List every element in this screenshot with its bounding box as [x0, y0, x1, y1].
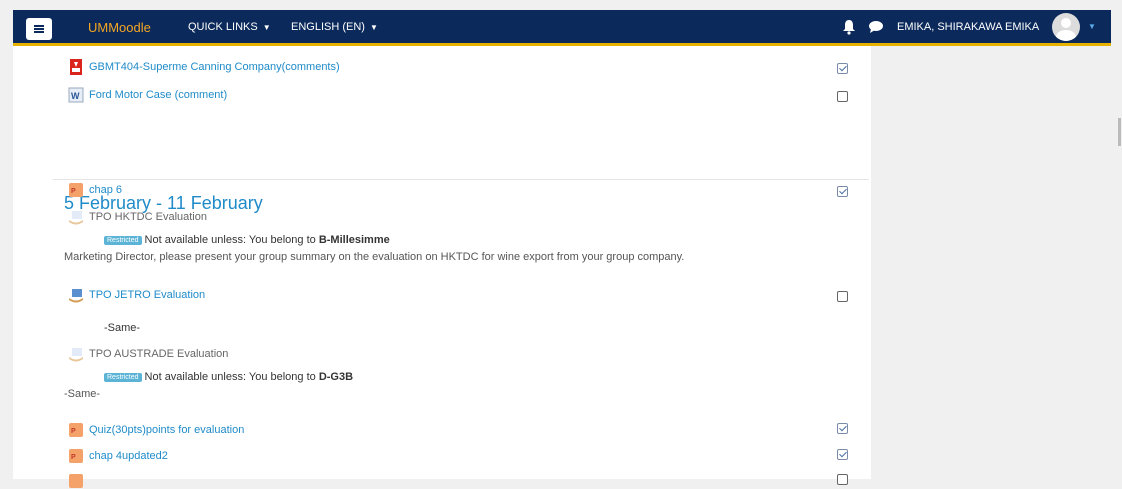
activity-link[interactable]: chap 6 [89, 184, 122, 196]
user-name[interactable]: EMIKA, SHIRAKAWA EMIKA [897, 21, 1039, 33]
quick-links-label: QUICK LINKS [188, 21, 258, 33]
ppt-icon [69, 474, 83, 488]
avatar[interactable] [1052, 13, 1080, 41]
activity-description: -Same- [104, 322, 141, 334]
activity-label: TPO HKTDC Evaluation [89, 211, 207, 223]
scrollbar-thumb[interactable] [1118, 118, 1121, 146]
restriction-notice: Restricted Not available unless: You belo… [104, 371, 353, 383]
course-content: GBMT404-Superme Canning Company(comments… [13, 46, 871, 488]
word-icon: W [68, 87, 84, 103]
completion-checkbox[interactable] [837, 291, 848, 302]
language-label: ENGLISH (EN) [291, 21, 365, 33]
restriction-group: D-G3B [318, 371, 354, 383]
completion-checkbox[interactable] [837, 423, 848, 434]
ppt-icon: P [69, 449, 83, 463]
pdf-icon [70, 59, 82, 75]
bell-icon[interactable] [842, 19, 856, 35]
completion-checkbox[interactable] [837, 91, 848, 102]
activity-link[interactable]: Ford Motor Case (comment) [89, 89, 227, 101]
restriction-text: Not available unless: You belong to [144, 234, 316, 246]
restriction-notice: Restricted Not available unless: You belo… [104, 234, 390, 246]
menu-icon[interactable] [26, 18, 52, 40]
ppt-icon: P [69, 423, 83, 437]
chevron-down-icon: ▼ [262, 23, 271, 32]
activity-link[interactable]: chap 4updated2 [89, 450, 168, 462]
activity-link[interactable]: Quiz(30pts)points for evaluation [89, 424, 244, 436]
svg-text:P: P [71, 188, 76, 195]
ppt-icon: P [69, 183, 83, 197]
restriction-text: Not available unless: You belong to [144, 371, 316, 383]
language-menu[interactable]: ENGLISH (EN) ▼ [291, 21, 378, 33]
svg-text:P: P [71, 428, 76, 435]
activity-label: TPO AUSTRADE Evaluation [89, 348, 229, 360]
completion-checkbox[interactable] [837, 474, 848, 485]
section-divider [53, 179, 869, 180]
restriction-group: B-Millesimme [318, 234, 390, 246]
completion-checkbox[interactable] [837, 449, 848, 460]
chevron-down-icon[interactable]: ▼ [1088, 22, 1096, 31]
activity-description: Marketing Director, please present your … [64, 251, 685, 263]
svg-text:P: P [71, 454, 76, 461]
restricted-badge: Restricted [104, 373, 142, 382]
assignment-icon [69, 289, 83, 303]
activity-link[interactable]: GBMT404-Superme Canning Company(comments… [89, 61, 340, 73]
activity-description: -Same- [64, 388, 101, 400]
chevron-down-icon: ▼ [369, 23, 378, 32]
top-navbar: UMMoodle QUICK LINKS ▼ ENGLISH (EN) ▼ EMIK… [13, 10, 1111, 46]
svg-text:W: W [71, 91, 80, 101]
site-brand[interactable]: UMMoodle [88, 20, 151, 35]
quick-links-menu[interactable]: QUICK LINKS ▼ [188, 21, 271, 33]
completion-checkbox[interactable] [837, 63, 848, 74]
activity-link[interactable]: TPO JETRO Evaluation [89, 289, 205, 301]
restricted-badge: Restricted [104, 236, 142, 245]
assignment-icon [69, 348, 83, 362]
completion-checkbox[interactable] [837, 186, 848, 197]
assignment-icon [69, 211, 83, 225]
right-blocks-pane [871, 46, 1122, 479]
chat-icon[interactable] [868, 20, 884, 34]
